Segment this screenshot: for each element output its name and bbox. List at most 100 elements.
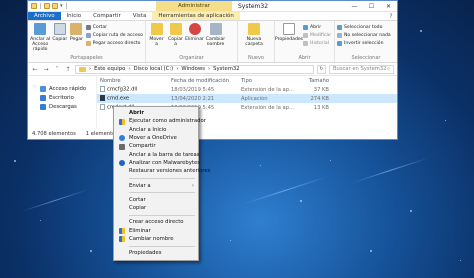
menu-item-label: Copiar bbox=[129, 205, 147, 212]
copy-label: Copiar bbox=[52, 37, 68, 42]
pin-quick-access-label: Anclar al Acceso rápido bbox=[30, 37, 51, 52]
menu-item-rename[interactable]: Cambiar nombre bbox=[114, 235, 198, 243]
invert-selection-button[interactable]: Invertir selección bbox=[337, 40, 391, 47]
cut-button[interactable]: Cortar bbox=[85, 24, 143, 31]
select-small-actions: Seleccionar todo No seleccionar nada Inv… bbox=[337, 23, 391, 55]
up-arrow-icon[interactable]: ↑ bbox=[64, 66, 72, 73]
open-small-actions: Abrir Modificar Historial bbox=[303, 23, 331, 55]
breadcrumb-item[interactable]: Este equipo bbox=[94, 66, 125, 72]
nav-item-desktop[interactable]: Escritorio bbox=[28, 93, 96, 102]
menu-item-label: Restaurar versiones anteriores bbox=[129, 168, 211, 175]
maximize-button[interactable]: ☐ bbox=[363, 1, 380, 11]
menu-item-delete[interactable]: Eliminar bbox=[114, 227, 198, 235]
menu-item-cut[interactable]: Cortar bbox=[114, 196, 198, 204]
menu-item-restore-versions[interactable]: Restaurar versiones anteriores bbox=[114, 167, 210, 175]
chevron-down-icon[interactable]: ▾ bbox=[60, 3, 63, 9]
tab-compartir[interactable]: Compartir bbox=[87, 12, 127, 20]
menu-item-malwarebytes[interactable]: Analizar con Malwarebytes bbox=[114, 159, 200, 167]
menu-item-run-as-admin[interactable]: Ejecutar como administrador bbox=[114, 117, 206, 125]
pin-quick-access-button[interactable]: Anclar al Acceso rápido bbox=[30, 23, 50, 55]
chevron-down-icon[interactable]: ˅ bbox=[53, 66, 61, 73]
breadcrumb-item[interactable]: System32 bbox=[213, 66, 240, 72]
menu-divider bbox=[129, 177, 195, 179]
file-size: 274 KB bbox=[310, 95, 329, 102]
close-button[interactable]: ✕ bbox=[380, 1, 397, 11]
new-folder-icon[interactable] bbox=[52, 3, 58, 9]
dll-file-icon bbox=[100, 104, 105, 111]
paste-shortcut-button[interactable]: Pegar acceso directo bbox=[85, 40, 143, 47]
menu-item-move-onedrive[interactable]: Mover a OneDrive bbox=[114, 134, 198, 142]
table-row[interactable]: cmcfg32.dll 18/03/2019 5:45 Extensión de… bbox=[97, 85, 397, 94]
column-header-date[interactable]: Fecha de modificación bbox=[168, 78, 238, 84]
help-icon[interactable]: ? bbox=[385, 12, 397, 20]
properties-icon[interactable] bbox=[44, 3, 50, 9]
chevron-down-icon[interactable]: ˅ bbox=[33, 86, 37, 92]
menu-item-label: Cortar bbox=[129, 196, 146, 203]
tab-archivo[interactable]: Archivo bbox=[28, 12, 61, 20]
column-header-name[interactable]: Nombre bbox=[97, 78, 168, 84]
tabs-spacer bbox=[240, 12, 385, 20]
breadcrumb-item[interactable]: Disco local (C:) bbox=[133, 66, 173, 72]
title-bar: ▾ Administrar System32 — ☐ ✕ bbox=[28, 1, 397, 12]
column-header-type[interactable]: Tipo bbox=[238, 78, 295, 84]
chevron-right-icon: › bbox=[192, 182, 194, 189]
breadcrumb-item[interactable]: Windows bbox=[181, 66, 205, 72]
history-button[interactable]: Historial bbox=[303, 40, 331, 47]
menu-item-pin-taskbar[interactable]: Anclar a la barra de tareas bbox=[114, 150, 200, 158]
modify-button[interactable]: Modificar bbox=[303, 32, 331, 39]
new-folder-button[interactable]: Nueva carpeta bbox=[240, 23, 268, 55]
properties-button[interactable]: Propiedades bbox=[275, 23, 303, 55]
select-all-button[interactable]: Seleccionar todo bbox=[337, 24, 391, 31]
nav-item-downloads[interactable]: Descargas bbox=[28, 102, 96, 111]
delete-button[interactable]: Eliminar bbox=[185, 23, 204, 55]
table-row-selected[interactable]: cmd.exe 13/04/2020 2:21 Aplicación 274 K… bbox=[97, 94, 397, 103]
minimize-button[interactable]: — bbox=[346, 1, 363, 11]
menu-item-label: Ejecutar como administrador bbox=[129, 118, 206, 125]
download-icon bbox=[40, 103, 46, 110]
tab-inicio[interactable]: Inicio bbox=[61, 12, 88, 20]
folder-icon bbox=[31, 3, 37, 9]
breadcrumb-separator: › bbox=[176, 66, 179, 72]
menu-item-label: Mover a OneDrive bbox=[129, 135, 177, 142]
tab-herramientas-aplicacion[interactable]: Herramientas de aplicación bbox=[152, 12, 240, 20]
tab-vista[interactable]: Vista bbox=[127, 12, 153, 20]
refresh-icon[interactable]: ↻ bbox=[317, 64, 326, 74]
nav-item-quick-access[interactable]: ˅ Acceso rápido bbox=[28, 84, 96, 93]
file-date: 13/04/2020 2:21 bbox=[171, 95, 215, 102]
copy-to-button[interactable]: Copiar a bbox=[167, 23, 184, 55]
breadcrumb[interactable]: › Este equipo › Disco local (C:) › Windo… bbox=[75, 64, 314, 74]
folder-icon bbox=[79, 66, 86, 72]
search-input[interactable]: Buscar en System32 ⌕ bbox=[329, 64, 394, 74]
select-group: Seleccionar todo No seleccionar nada Inv… bbox=[335, 21, 397, 62]
open-button[interactable]: Abrir bbox=[303, 24, 331, 31]
back-arrow-icon[interactable]: ← bbox=[31, 66, 39, 73]
menu-item-open[interactable]: Abrir bbox=[114, 109, 198, 117]
menu-item-copy[interactable]: Copiar bbox=[114, 204, 198, 212]
menu-item-pin-start[interactable]: Anclar a Inicio bbox=[114, 126, 198, 134]
menu-item-label: Abrir bbox=[129, 110, 144, 117]
cmd-file-icon bbox=[100, 95, 105, 102]
menu-item-create-shortcut[interactable]: Crear acceso directo bbox=[114, 218, 198, 226]
copy-button[interactable]: Copiar bbox=[52, 23, 67, 55]
menu-item-label: Cambiar nombre bbox=[129, 236, 174, 242]
menu-item-send-to[interactable]: Enviar a › bbox=[114, 181, 198, 189]
menu-item-share[interactable]: Compartir bbox=[114, 142, 198, 150]
copy-path-button[interactable]: Copiar ruta de acceso bbox=[85, 32, 143, 39]
rename-button[interactable]: Cambiar nombre bbox=[205, 23, 226, 55]
column-header-size[interactable]: Tamaño bbox=[295, 78, 332, 84]
forward-arrow-icon[interactable]: → bbox=[42, 66, 50, 73]
nav-item-label: Acceso rápido bbox=[49, 85, 87, 92]
move-to-button[interactable]: Mover a bbox=[148, 23, 165, 55]
select-none-button[interactable]: No seleccionar nada bbox=[337, 32, 391, 39]
open-icon bbox=[303, 25, 308, 30]
file-name-cell: cmcfg32.dll bbox=[97, 86, 168, 93]
cut-label: Cortar bbox=[92, 25, 108, 30]
clipboard-group: Anclar al Acceso rápido Copiar Pegar Cor… bbox=[28, 21, 146, 62]
desktop-icon bbox=[40, 94, 46, 101]
menu-item-properties[interactable]: Propiedades bbox=[114, 249, 198, 257]
ribbon-tabs: Archivo Inicio Compartir Vista Herramien… bbox=[28, 12, 397, 21]
open-group-label: Abrir bbox=[298, 55, 311, 61]
paste-button[interactable]: Pegar bbox=[69, 23, 83, 55]
move-to-icon bbox=[150, 23, 163, 35]
malwarebytes-icon bbox=[119, 160, 125, 167]
